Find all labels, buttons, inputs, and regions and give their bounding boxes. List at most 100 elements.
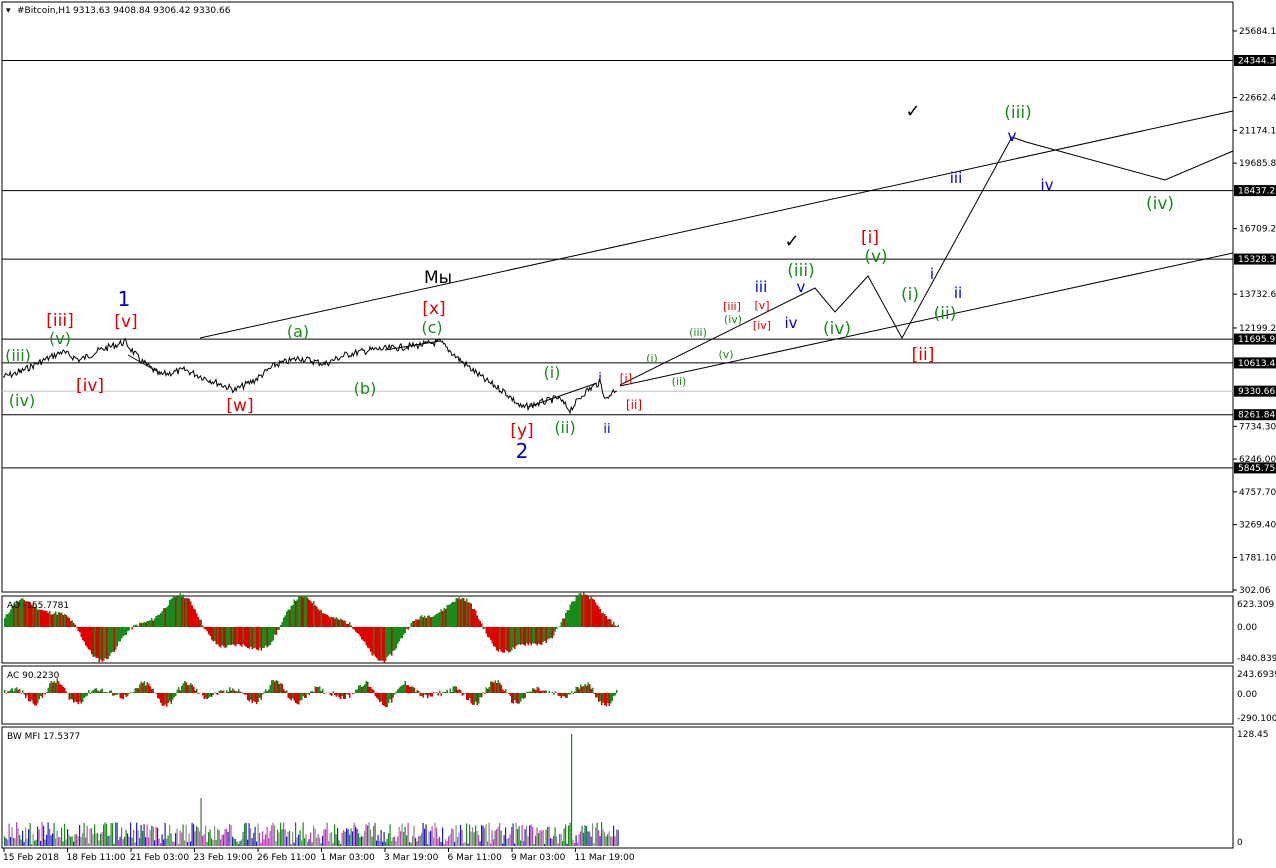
ac-bar <box>278 684 280 693</box>
wave-label-red: [w] <box>226 396 253 416</box>
caption: Мы <box>424 268 452 288</box>
mfi-bar <box>11 827 13 846</box>
mfi-bar <box>197 827 199 846</box>
ac-bar <box>602 693 604 703</box>
mfi-bar <box>241 839 243 846</box>
ao-bar <box>161 611 163 627</box>
mfi-bar <box>47 822 49 846</box>
ao-bar <box>458 597 460 627</box>
ao-bar <box>296 599 298 627</box>
ac-bar <box>482 692 484 693</box>
ac-bar <box>511 693 513 703</box>
ao-bar <box>332 617 334 627</box>
ac-bar <box>341 693 343 697</box>
ac-bar <box>284 691 286 693</box>
ao-bar <box>355 627 357 632</box>
ac-bar <box>404 681 406 693</box>
ao-bar <box>598 606 600 627</box>
mfi-bar <box>40 840 42 846</box>
ao-bar <box>514 627 516 650</box>
ao-bar <box>83 627 85 642</box>
ao-bar <box>392 627 394 651</box>
mfi-bar <box>526 825 528 846</box>
ao-bar <box>320 609 322 627</box>
ac-bar <box>82 693 84 703</box>
ao-bar <box>314 605 316 627</box>
mfi-bar <box>505 827 507 846</box>
mfi-bar <box>607 834 609 846</box>
ao-bar <box>236 627 238 644</box>
ao-bar <box>139 622 141 627</box>
ao-bar <box>502 627 504 653</box>
mfi-bar <box>563 828 565 846</box>
price-tag: 24344.30 <box>1238 57 1276 67</box>
mfi-bar <box>65 839 67 846</box>
ac-bar <box>530 691 532 693</box>
ac-bar <box>55 682 57 693</box>
ao-bar <box>245 627 247 647</box>
ao-bar <box>71 620 73 627</box>
ac-bar <box>37 693 39 704</box>
ac-bar <box>262 693 264 695</box>
mfi-bar <box>539 829 541 846</box>
ac-bar <box>578 688 580 693</box>
mfi-bar <box>523 840 525 846</box>
mfi-bar <box>191 822 193 846</box>
ao-bar <box>172 597 174 627</box>
mfi-bar <box>172 841 174 846</box>
ao-bar <box>404 627 406 634</box>
mfi-bar <box>16 822 18 846</box>
ao-bar <box>85 627 87 646</box>
ohlc-label: 9313.63 9408.84 9306.42 9330.66 <box>73 6 231 16</box>
ac-bar <box>373 689 375 693</box>
ao-bar <box>413 621 415 627</box>
ao-bar <box>401 627 403 639</box>
wave-label-green: (ii) <box>672 375 687 388</box>
ac-bar <box>340 693 342 700</box>
mfi-bar <box>413 825 415 846</box>
ac-bar <box>38 693 40 700</box>
ac-bar <box>185 682 187 693</box>
ac-bar <box>41 693 43 698</box>
mfi-bar <box>119 836 121 846</box>
ac-bar <box>106 691 108 693</box>
mfi-bar <box>50 835 52 846</box>
mfi-bar <box>202 835 204 846</box>
mfi-bar <box>143 824 145 846</box>
ao-bar <box>566 610 568 627</box>
ac-bar <box>239 691 241 693</box>
mfi-bar <box>448 836 450 846</box>
ac-bar <box>310 691 312 693</box>
ac-bar <box>580 684 582 693</box>
ao-bar <box>583 592 585 627</box>
ao-bar <box>67 616 69 627</box>
price-tag: 8261.84 <box>1238 411 1275 421</box>
ac-bar <box>571 691 573 693</box>
ao-bar <box>509 627 511 652</box>
mfi-bar <box>427 843 429 846</box>
ac-bar <box>359 684 361 693</box>
ac-bar <box>211 693 213 697</box>
mfi-bar <box>467 843 469 846</box>
ac-bar <box>115 693 117 696</box>
mfi-bar <box>301 840 303 846</box>
ao-bar <box>491 627 493 644</box>
ac-bar <box>35 693 37 706</box>
ac-bar <box>604 693 606 706</box>
mfi-bar <box>584 825 586 846</box>
ao-bar <box>515 627 517 647</box>
mfi-bar <box>583 832 585 846</box>
mfi-bar <box>73 841 75 846</box>
ao-bar <box>506 627 508 652</box>
wave-label-red: [iii] <box>723 300 741 313</box>
mfi-bar <box>394 836 396 846</box>
mfi-bar <box>316 837 318 846</box>
ao-bar <box>49 611 51 627</box>
ac-bar <box>424 693 426 695</box>
mfi-bar <box>341 832 343 846</box>
mfi-bar <box>152 826 154 846</box>
mfi-bar <box>553 835 555 846</box>
ao-bar <box>187 598 189 627</box>
mfi-bar <box>368 822 370 846</box>
mfi-bar <box>469 824 471 846</box>
